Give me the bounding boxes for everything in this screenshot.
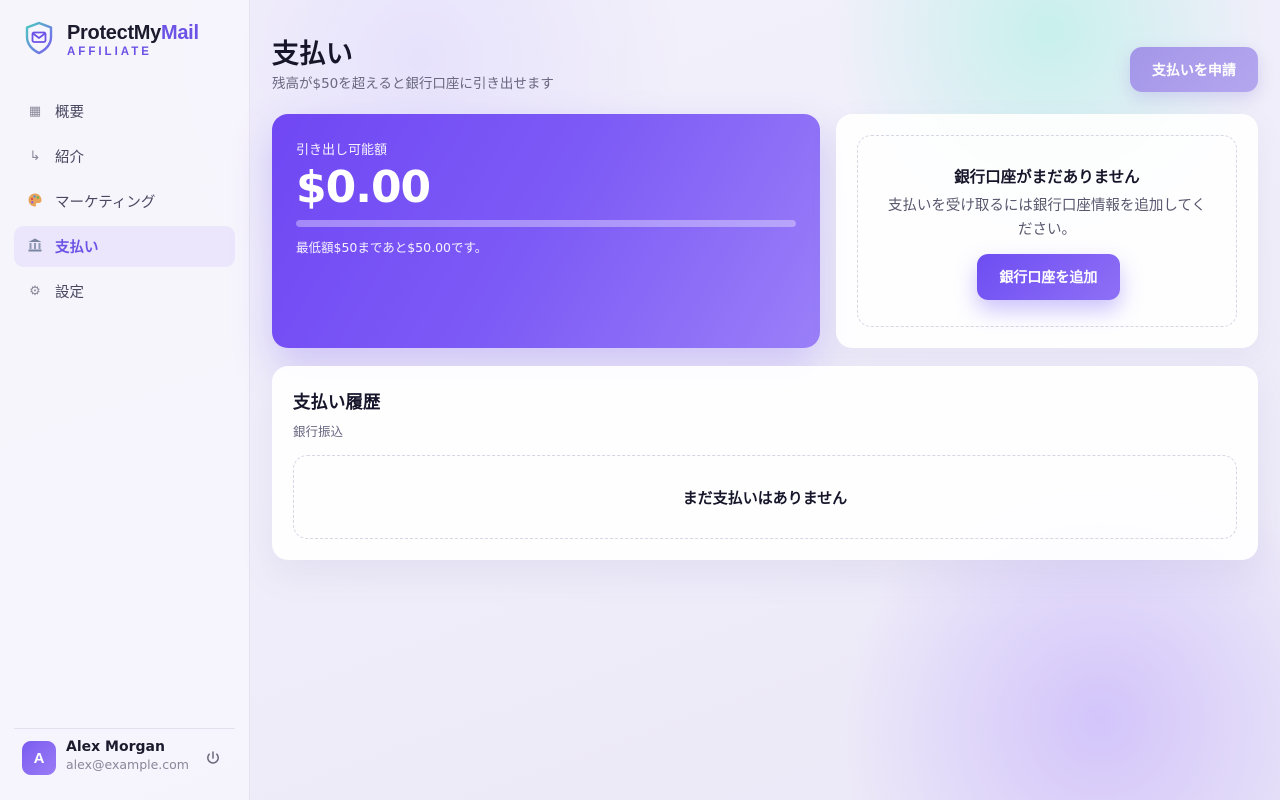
request-payout-button[interactable]: 支払いを申請 — [1130, 47, 1258, 92]
sidebar-item-referrals[interactable]: ↳ 紹介 — [14, 136, 235, 177]
avatar[interactable]: A — [22, 741, 56, 775]
bank-icon — [26, 237, 44, 257]
add-bank-account-button[interactable]: 銀行口座を追加 — [977, 254, 1120, 300]
page-subtitle: 残高が$50を超えると銀行口座に引き出せます — [272, 76, 554, 92]
palette-icon — [26, 192, 44, 212]
sidebar-item-payouts[interactable]: 支払い — [14, 226, 235, 267]
user-name: Alex Morgan — [66, 739, 165, 755]
sidebar-nav: ▦ 概要 ↳ 紹介 マーケティング 支払い ⚙ 設定 — [14, 91, 235, 316]
balance-amount: $0.00 — [296, 162, 431, 213]
history-empty-state: まだ支払いはありません — [293, 455, 1237, 539]
sidebar-item-label: 概要 — [55, 105, 84, 121]
brand-name-main: ProtectMy — [67, 22, 161, 44]
grid-icon: ▦ — [28, 104, 42, 119]
sidebar-item-settings[interactable]: ⚙ 設定 — [14, 271, 235, 312]
shield-mail-icon — [25, 21, 53, 55]
main-content: 支払い 残高が$50を超えると銀行口座に引き出せます 支払いを申請 引き出し可能… — [272, 0, 1258, 800]
power-icon[interactable] — [203, 748, 223, 768]
sidebar-item-label: マーケティング — [55, 195, 156, 211]
bank-empty-title: 銀行口座がまだありません — [954, 168, 1140, 186]
sidebar: ProtectMyMail AFFILIATE ▦ 概要 ↳ 紹介 マーケティン… — [0, 0, 250, 800]
payout-history-card: 支払い履歴 銀行振込 まだ支払いはありません — [272, 366, 1258, 560]
brand-name-accent: Mail — [161, 22, 199, 44]
brand-subtitle: AFFILIATE — [67, 46, 152, 58]
balance-card: 引き出し可能額 $0.00 最低額$50まであと$50.00です。 — [272, 114, 820, 348]
brand-name: ProtectMyMail — [67, 21, 199, 45]
gear-icon: ⚙ — [29, 284, 41, 299]
sidebar-item-label: 設定 — [55, 285, 84, 301]
brand[interactable]: ProtectMyMail AFFILIATE — [24, 21, 199, 58]
bank-account-card: 銀行口座がまだありません 支払いを受け取るには銀行口座情報を追加してください。 … — [836, 114, 1258, 348]
sidebar-item-label: 紹介 — [55, 150, 84, 166]
balance-note: 最低額$50まであと$50.00です。 — [296, 240, 488, 255]
history-subtitle: 銀行振込 — [293, 424, 344, 439]
sidebar-item-overview[interactable]: ▦ 概要 — [14, 91, 235, 132]
bank-empty-description: 支払いを受け取るには銀行口座情報を追加してください。 — [887, 198, 1207, 238]
payout-progress-bar — [296, 220, 796, 227]
sidebar-item-marketing[interactable]: マーケティング — [14, 181, 235, 222]
balance-label: 引き出し可能額 — [296, 143, 388, 158]
user-email: alex@example.com — [66, 757, 189, 772]
arrow-return-icon: ↳ — [29, 149, 41, 164]
page-title: 支払い — [272, 39, 353, 70]
bank-empty-state: 銀行口座がまだありません 支払いを受け取るには銀行口座情報を追加してください。 … — [857, 135, 1237, 327]
history-title: 支払い履歴 — [293, 393, 381, 413]
user-profile: A Alex Morgan alex@example.com — [14, 728, 235, 800]
sidebar-item-label: 支払い — [55, 240, 99, 256]
